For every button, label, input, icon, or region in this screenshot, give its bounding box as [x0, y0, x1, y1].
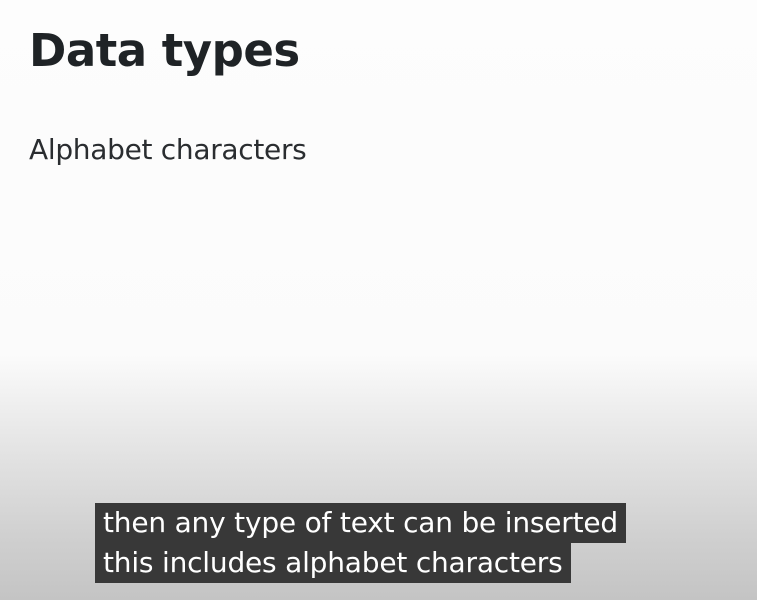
caption-line-2: this includes alphabet characters	[95, 543, 571, 583]
slide-subtitle: Alphabet characters	[29, 133, 307, 166]
caption-overlay: then any type of text can be inserted th…	[95, 503, 627, 583]
caption-line-1: then any type of text can be inserted	[95, 503, 627, 543]
slide-title: Data types	[29, 24, 300, 77]
